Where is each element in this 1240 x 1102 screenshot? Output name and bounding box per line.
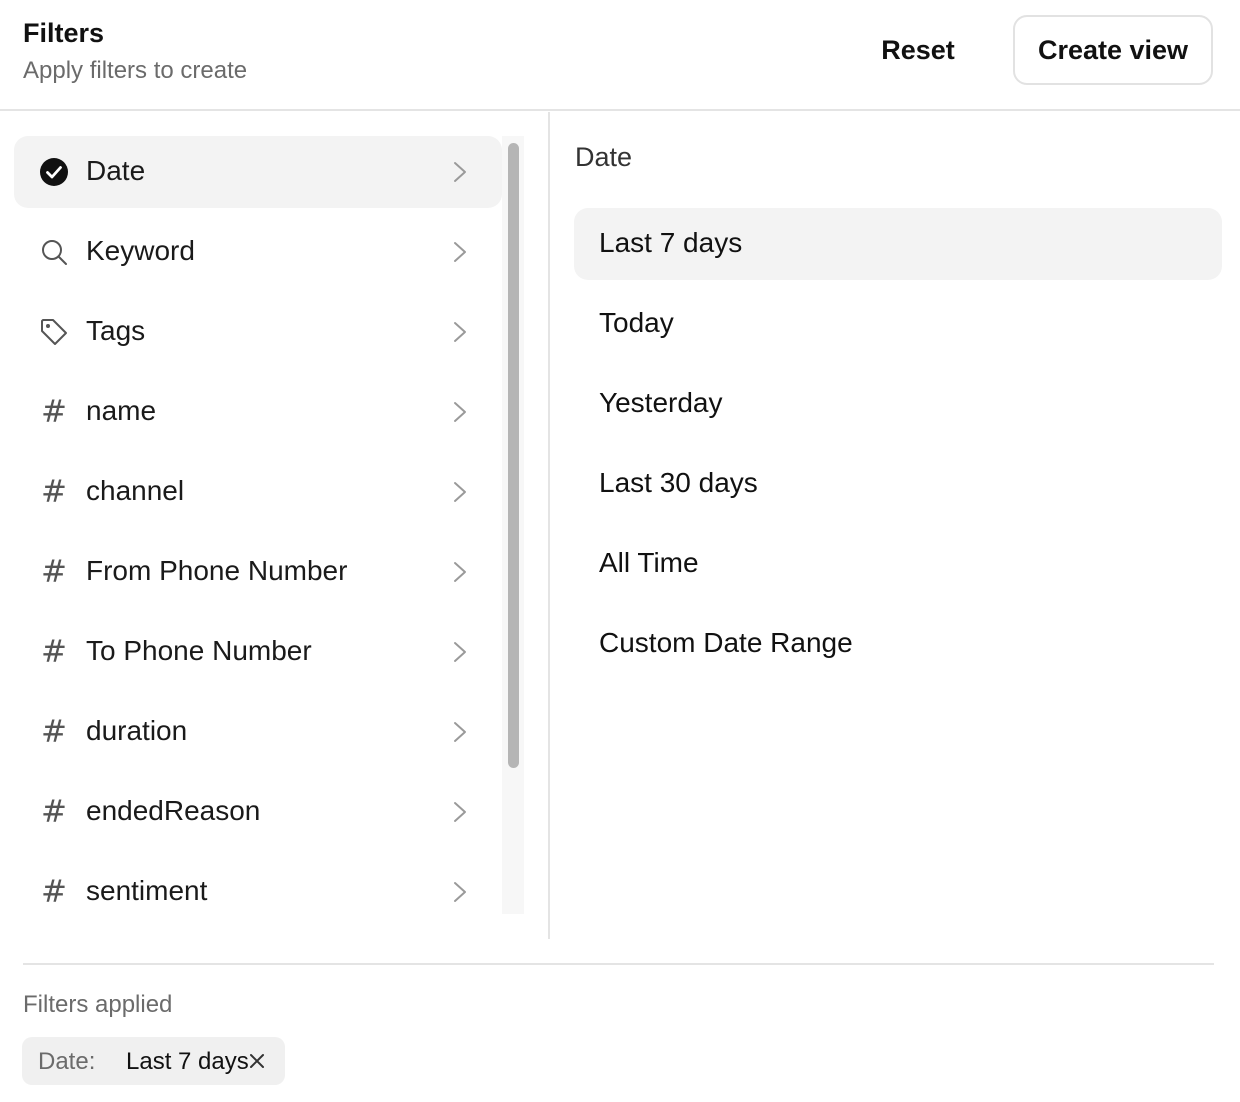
tag-icon bbox=[40, 318, 68, 346]
filter-item-label: endedReason bbox=[86, 795, 261, 826]
chevron-right-icon bbox=[454, 642, 466, 662]
page-title: Filters bbox=[23, 18, 105, 48]
option-label: Custom Date Range bbox=[599, 627, 853, 658]
page-subtitle: Apply filters to create bbox=[23, 57, 248, 84]
date-options-list: Last 7 days Today Yesterday Last 30 days… bbox=[574, 208, 1222, 688]
filter-item-tags[interactable]: Tags bbox=[14, 296, 502, 368]
filter-item-duration[interactable]: # duration bbox=[14, 696, 502, 768]
chevron-right-icon bbox=[454, 162, 466, 182]
filters-applied-title: Filters applied bbox=[23, 991, 173, 1018]
close-icon[interactable] bbox=[247, 1051, 267, 1071]
chevron-right-icon bbox=[454, 882, 466, 902]
chevron-right-icon bbox=[454, 562, 466, 582]
filter-item-label: name bbox=[86, 395, 157, 426]
chip-key: Date: bbox=[38, 1048, 96, 1075]
scrollbar-thumb[interactable] bbox=[508, 143, 519, 768]
filter-list-pane: Date Keyword Tags # name # channel # Fro… bbox=[0, 112, 548, 938]
filter-item-label: channel bbox=[86, 475, 185, 506]
chevron-right-icon bbox=[454, 802, 466, 822]
chip-value: Last 7 days bbox=[126, 1048, 249, 1075]
filter-item-keyword[interactable]: Keyword bbox=[14, 216, 502, 288]
filter-item-ended-reason[interactable]: # endedReason bbox=[14, 776, 502, 848]
hash-icon: # bbox=[41, 474, 67, 510]
hash-icon: # bbox=[41, 794, 67, 830]
check-circle-icon bbox=[40, 158, 68, 186]
filter-item-label: Keyword bbox=[86, 235, 195, 266]
chevron-right-icon bbox=[454, 322, 466, 342]
option-label: All Time bbox=[599, 547, 699, 578]
footer-divider bbox=[23, 963, 1214, 965]
filter-item-name[interactable]: # name bbox=[14, 376, 502, 448]
options-title: Date bbox=[575, 142, 633, 172]
filter-item-label: duration bbox=[86, 715, 188, 746]
filter-options-pane: Date Last 7 days Today Yesterday Last 30… bbox=[550, 112, 1240, 938]
search-icon bbox=[40, 238, 68, 266]
filter-list: Date Keyword Tags # name # channel # Fro… bbox=[14, 136, 502, 936]
filter-item-label: From Phone Number bbox=[86, 555, 348, 586]
filters-header: Filters Apply filters to create Reset Cr… bbox=[0, 0, 1240, 111]
create-view-button[interactable]: Create view bbox=[1013, 15, 1213, 85]
option-today[interactable]: Today bbox=[574, 288, 1222, 360]
filter-item-sentiment[interactable]: # sentiment bbox=[14, 856, 502, 928]
hash-icon: # bbox=[41, 554, 67, 590]
hash-icon: # bbox=[41, 394, 67, 430]
chevron-right-icon bbox=[454, 402, 466, 422]
filter-item-label: Date bbox=[86, 155, 146, 186]
chevron-right-icon bbox=[454, 722, 466, 742]
reset-button[interactable]: Reset bbox=[862, 16, 974, 84]
filter-item-label: sentiment bbox=[86, 875, 208, 906]
option-custom-date-range[interactable]: Custom Date Range bbox=[574, 608, 1222, 680]
hash-icon: # bbox=[41, 714, 67, 750]
filter-item-to-phone-number[interactable]: # To Phone Number bbox=[14, 616, 502, 688]
chevron-right-icon bbox=[454, 482, 466, 502]
filter-item-from-phone-number[interactable]: # From Phone Number bbox=[14, 536, 502, 608]
hash-icon: # bbox=[41, 634, 67, 670]
option-label: Last 30 days bbox=[599, 467, 758, 498]
option-last-7-days[interactable]: Last 7 days bbox=[574, 208, 1222, 280]
filter-item-date[interactable]: Date bbox=[14, 136, 502, 208]
applied-filter-chip: Date: Last 7 days bbox=[22, 1037, 285, 1085]
option-all-time[interactable]: All Time bbox=[574, 528, 1222, 600]
option-label: Last 7 days bbox=[599, 227, 743, 258]
option-last-30-days[interactable]: Last 30 days bbox=[574, 448, 1222, 520]
option-label: Today bbox=[599, 307, 674, 338]
filter-item-label: Tags bbox=[86, 315, 146, 346]
option-label: Yesterday bbox=[599, 387, 723, 418]
chevron-right-icon bbox=[454, 242, 466, 262]
option-yesterday[interactable]: Yesterday bbox=[574, 368, 1222, 440]
filter-item-label: To Phone Number bbox=[86, 635, 312, 666]
hash-icon: # bbox=[41, 874, 67, 910]
filter-item-channel[interactable]: # channel bbox=[14, 456, 502, 528]
